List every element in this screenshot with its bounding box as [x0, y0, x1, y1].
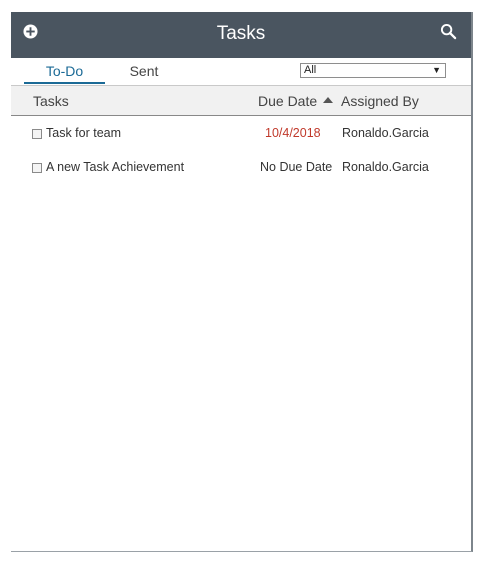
filter-selected-value: All	[304, 64, 317, 76]
column-header-assigned-by[interactable]: Assigned By	[341, 93, 419, 109]
header-bar: Tasks	[11, 12, 471, 58]
column-header-tasks[interactable]: Tasks	[33, 93, 69, 109]
sort-ascending-icon	[323, 97, 334, 103]
table-row[interactable]: A new Task Achievement No Due Date Ronal…	[11, 160, 471, 194]
tab-sent[interactable]: Sent	[121, 63, 167, 79]
table-row[interactable]: Task for team 10/4/2018 Ronaldo.Garcia	[11, 126, 471, 160]
task-due-date: 10/4/2018	[265, 126, 321, 140]
page-title: Tasks	[216, 23, 266, 44]
filter-select[interactable]: All ▼	[300, 63, 446, 78]
column-header-due-date[interactable]: Due Date	[258, 93, 334, 109]
tab-to-do[interactable]: To-Do	[24, 63, 105, 84]
task-checkbox[interactable]	[32, 129, 42, 139]
column-header-row: Tasks Due Date Assigned By	[11, 85, 471, 116]
task-checkbox[interactable]	[32, 163, 42, 173]
task-name[interactable]: A new Task Achievement	[46, 160, 184, 174]
column-header-due-date-label: Due Date	[258, 93, 318, 109]
task-assigned-by: Ronaldo.Garcia	[342, 160, 429, 174]
tasks-panel: Tasks To-Do Sent All ▼ Tasks Due Date As…	[11, 12, 473, 552]
task-due-date: No Due Date	[260, 160, 333, 174]
task-name[interactable]: Task for team	[46, 126, 121, 140]
search-icon[interactable]	[440, 23, 457, 40]
task-assigned-by: Ronaldo.Garcia	[342, 126, 429, 140]
dropdown-arrow-icon: ▼	[432, 65, 441, 75]
